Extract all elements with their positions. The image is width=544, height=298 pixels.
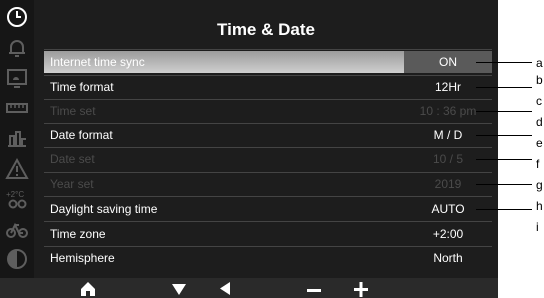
callout-label: c	[536, 94, 542, 108]
divider	[44, 221, 492, 222]
callout-label: a	[536, 56, 543, 70]
sidebar: +2°C	[0, 0, 34, 278]
callout-label: e	[536, 136, 543, 150]
setting-value[interactable]: +2:00	[404, 223, 492, 245]
home-icon[interactable]	[80, 278, 96, 298]
callout-label: h	[536, 199, 543, 213]
setting-label: Date format	[50, 128, 113, 142]
settings-row-time-set: Time set 10 : 36 pm	[44, 100, 492, 122]
callout-line	[476, 111, 532, 112]
callout-label: d	[536, 115, 543, 129]
setting-label: Time zone	[50, 227, 106, 241]
alert-icon[interactable]	[5, 157, 29, 181]
moon-phase-icon[interactable]	[5, 247, 29, 271]
plus-icon[interactable]	[353, 278, 369, 298]
setting-label: Daylight saving time	[50, 202, 158, 216]
forecast-icon[interactable]	[5, 66, 29, 90]
setting-label: Time format	[50, 80, 114, 94]
clock-icon[interactable]	[5, 5, 29, 29]
setting-label: Time set	[50, 104, 96, 118]
settings-row-hemisphere[interactable]: Hemisphere North	[44, 247, 492, 269]
setting-value[interactable]: North	[404, 247, 492, 269]
chart-icon[interactable]	[5, 126, 29, 150]
callout-line	[476, 209, 532, 210]
sensor-icon[interactable]	[5, 96, 29, 120]
callout-label: i	[536, 220, 539, 234]
settings-row-time-zone[interactable]: Time zone +2:00	[44, 223, 492, 245]
callout-label: b	[536, 73, 543, 87]
temperature-icon[interactable]: +2°C	[5, 187, 29, 211]
callout-line	[476, 62, 532, 63]
settings-row-date-set: Date set 10 / 5	[44, 148, 492, 170]
down-arrow-icon[interactable]	[171, 278, 187, 298]
bottom-button-bar	[0, 278, 498, 298]
divider	[44, 49, 492, 50]
callout-label: g	[536, 178, 543, 192]
callout-line	[476, 184, 532, 185]
callout-line	[476, 159, 532, 160]
page-title: Time & Date	[217, 20, 315, 39]
callout-line	[476, 135, 532, 136]
setting-label: Internet time sync	[50, 55, 145, 69]
setting-label: Hemisphere	[50, 251, 115, 265]
lcd-screen: +2°C Time & Date Internet time sync ON T…	[0, 0, 498, 298]
settings-row-date-format[interactable]: Date format M / D	[44, 124, 492, 146]
settings-row-time-format[interactable]: Time format 12Hr	[44, 76, 492, 98]
left-arrow-icon[interactable]	[218, 278, 232, 298]
setting-label: Date set	[50, 152, 95, 166]
callout-line	[476, 87, 532, 88]
setting-label: Year set	[50, 177, 94, 191]
settings-row-daylight-saving[interactable]: Daylight saving time AUTO	[44, 198, 492, 220]
divider	[44, 196, 492, 197]
callout-label: f	[536, 157, 540, 171]
settings-row-internet-time-sync[interactable]: Internet time sync ON	[44, 51, 492, 73]
minus-icon[interactable]	[306, 278, 322, 298]
bell-icon[interactable]	[5, 36, 29, 60]
svg-text:+2°C: +2°C	[6, 190, 24, 199]
settings-row-year-set: Year set 2019	[44, 173, 492, 195]
bike-icon[interactable]	[5, 217, 29, 241]
